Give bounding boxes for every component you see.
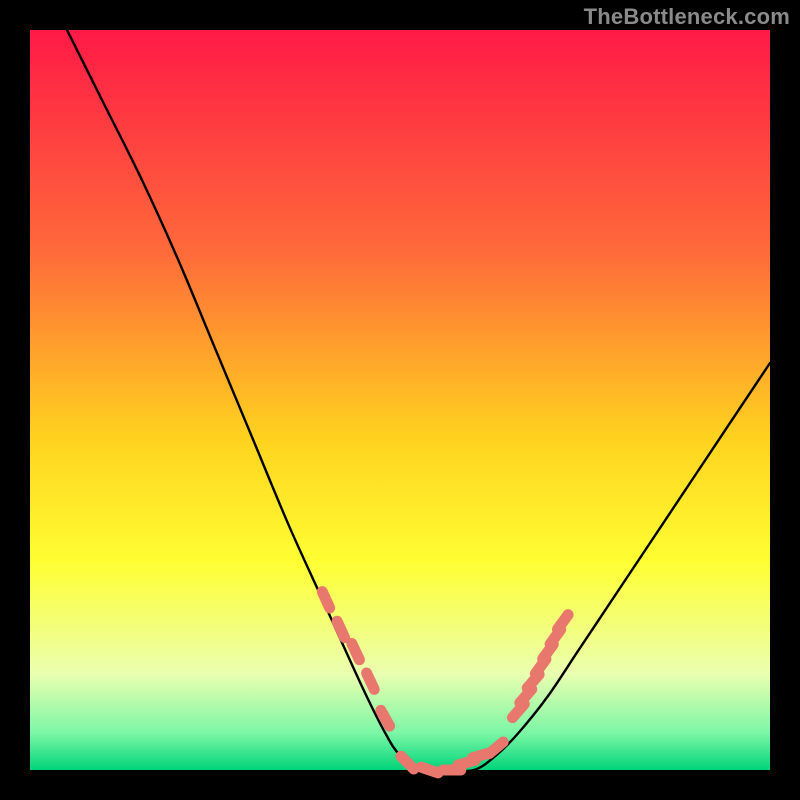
- marker-left-cluster: [352, 643, 360, 659]
- marker-left-cluster: [337, 621, 344, 637]
- marker-floor-cluster: [421, 767, 438, 773]
- chart-svg: [30, 30, 770, 770]
- marker-left-cluster: [322, 592, 329, 608]
- marker-left-cluster: [381, 710, 390, 726]
- plot-area: [30, 30, 770, 770]
- bottleneck-curve: [67, 30, 770, 771]
- marker-left-cluster: [367, 673, 375, 689]
- chart-frame: TheBottleneck.com: [0, 0, 800, 800]
- marker-right-cluster: [558, 615, 569, 630]
- watermark-text: TheBottleneck.com: [584, 4, 790, 30]
- marker-floor-cluster: [401, 756, 414, 769]
